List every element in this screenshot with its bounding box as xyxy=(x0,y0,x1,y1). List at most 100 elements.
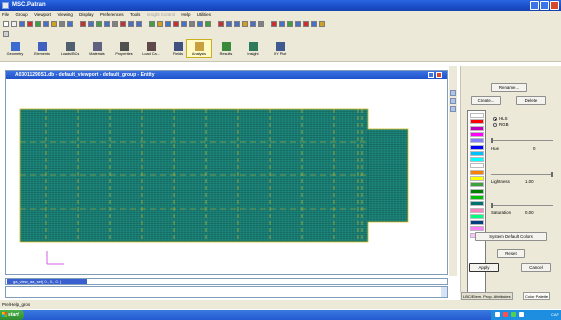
delete-button[interactable]: Delete xyxy=(516,96,546,105)
lightness-slider-thumb[interactable] xyxy=(551,172,553,177)
color-swatch[interactable] xyxy=(470,163,484,169)
toolbar-tool-icon[interactable] xyxy=(303,21,309,27)
rgb-radio[interactable] xyxy=(493,123,497,127)
side-tool-3-icon[interactable] xyxy=(450,106,456,112)
app-analysis-button[interactable]: Analysis xyxy=(186,39,212,58)
fe-mesh-model[interactable] xyxy=(6,79,447,274)
color-swatch[interactable] xyxy=(470,169,484,175)
saturation-slider[interactable] xyxy=(491,205,553,206)
toolbar-tool-icon[interactable] xyxy=(11,21,17,27)
toolbar-tool-icon[interactable] xyxy=(19,21,25,27)
color-swatch[interactable] xyxy=(470,220,484,226)
tray-icon[interactable] xyxy=(511,312,516,317)
toolbar-tool-icon[interactable] xyxy=(319,21,325,27)
tab-lbc-elem-prop-attributes[interactable]: LBC/Elem. Prop. Attributes xyxy=(461,292,513,300)
menu-display[interactable]: Display xyxy=(79,12,93,17)
toolbar-tool-icon[interactable] xyxy=(80,21,86,27)
toolbar-tool-icon[interactable] xyxy=(250,21,256,27)
toolbar-tool-icon[interactable] xyxy=(149,21,155,27)
toolbar-tool-icon[interactable] xyxy=(258,21,264,27)
toolbar-tool-icon[interactable] xyxy=(295,21,301,27)
toolbar-tool-icon[interactable] xyxy=(112,21,118,27)
tab-color-palette[interactable]: Color Palette xyxy=(523,292,551,300)
color-swatch[interactable] xyxy=(470,125,484,131)
color-swatch[interactable] xyxy=(470,138,484,144)
toolbar-tool-icon[interactable] xyxy=(67,21,73,27)
toolbar-tool-icon[interactable] xyxy=(88,21,94,27)
toolbar-tool-icon[interactable] xyxy=(51,21,57,27)
toolbar-tool-icon[interactable] xyxy=(136,21,142,27)
toolbar-tool-icon[interactable] xyxy=(181,21,187,27)
toolbar-tool-icon[interactable] xyxy=(120,21,126,27)
apply-button[interactable]: Apply xyxy=(469,263,499,272)
menu-viewport[interactable]: Viewport xyxy=(34,12,51,17)
color-swatch[interactable] xyxy=(470,201,484,207)
toolbar-tool-icon[interactable] xyxy=(59,21,65,27)
menu-group[interactable]: Group xyxy=(15,12,27,17)
color-swatch[interactable] xyxy=(470,226,484,232)
saturation-slider-thumb[interactable] xyxy=(491,203,493,208)
toolbar-tool-icon[interactable] xyxy=(234,21,240,27)
app-load-cases-button[interactable]: Load Ca... xyxy=(138,40,164,57)
app-geometry-button[interactable]: Geometry xyxy=(2,40,28,57)
hls-radio[interactable] xyxy=(493,117,497,121)
toolbar-tool-icon[interactable] xyxy=(218,21,224,27)
color-swatch[interactable] xyxy=(470,157,484,163)
command-scrollbar[interactable] xyxy=(441,287,447,297)
viewport-maximize-button[interactable] xyxy=(428,72,434,78)
color-swatch[interactable] xyxy=(470,131,484,137)
toolbar-tool-icon[interactable] xyxy=(3,21,9,27)
app-materials-button[interactable]: Materials xyxy=(84,40,110,57)
side-tool-1-icon[interactable] xyxy=(450,90,456,96)
app-results-button[interactable]: Results xyxy=(213,40,239,57)
color-swatch[interactable] xyxy=(470,176,484,181)
minimize-button[interactable] xyxy=(530,1,539,10)
rename-button[interactable]: Rename... xyxy=(491,83,527,92)
command-input[interactable] xyxy=(5,286,448,298)
lightness-slider[interactable] xyxy=(491,174,553,175)
toolbar-tool-icon[interactable] xyxy=(189,21,195,27)
app-insight-button[interactable]: Insight xyxy=(240,40,266,57)
refresh-icon[interactable] xyxy=(3,31,9,37)
toolbar-tool-icon[interactable] xyxy=(128,21,134,27)
toolbar-tool-icon[interactable] xyxy=(43,21,49,27)
system-default-colors-button[interactable]: System Default Colors xyxy=(475,232,547,241)
viewport-close-button[interactable] xyxy=(436,72,442,78)
color-swatch[interactable] xyxy=(470,182,484,188)
maximize-button[interactable] xyxy=(540,1,549,10)
app-properties-button[interactable]: Properties xyxy=(111,40,137,57)
side-tool-2-icon[interactable] xyxy=(450,98,456,104)
color-swatch[interactable] xyxy=(470,188,484,194)
color-swatch[interactable] xyxy=(470,150,484,156)
menu-help[interactable]: Help xyxy=(181,12,190,17)
menu-file[interactable]: File xyxy=(2,12,9,17)
menu-tools[interactable]: Tools xyxy=(130,12,140,17)
cancel-button[interactable]: Cancel xyxy=(521,263,551,272)
toolbar-tool-icon[interactable] xyxy=(242,21,248,27)
app-xy-plot-button[interactable]: XY Plot xyxy=(267,40,293,57)
toolbar-tool-icon[interactable] xyxy=(165,21,171,27)
toolbar-tool-icon[interactable] xyxy=(104,21,110,27)
toolbar-tool-icon[interactable] xyxy=(35,21,41,27)
toolbar-tool-icon[interactable] xyxy=(271,21,277,27)
graphics-viewport[interactable]: A03011290S1.db - default_viewport - defa… xyxy=(5,70,448,275)
reset-button[interactable]: Reset xyxy=(497,249,525,258)
color-swatch[interactable] xyxy=(470,144,484,150)
color-swatch[interactable] xyxy=(470,207,484,213)
toolbar-tool-icon[interactable] xyxy=(205,21,211,27)
menu-utilities[interactable]: Utilities xyxy=(197,12,211,17)
start-button[interactable]: start xyxy=(0,310,24,320)
tray-icon[interactable] xyxy=(495,312,500,317)
hue-slider[interactable] xyxy=(491,140,553,141)
toolbar-tool-icon[interactable] xyxy=(157,21,163,27)
create-button[interactable]: Create... xyxy=(471,96,501,105)
history-line[interactable]: ga_view_aa_set( 0., 0., 0. ) xyxy=(7,279,87,284)
color-swatch[interactable] xyxy=(470,113,484,118)
toolbar-tool-icon[interactable] xyxy=(279,21,285,27)
toolbar-tool-icon[interactable] xyxy=(96,21,102,27)
menu-viewing[interactable]: Viewing xyxy=(57,12,72,17)
toolbar-tool-icon[interactable] xyxy=(173,21,179,27)
menu-preferences[interactable]: Preferences xyxy=(100,12,124,17)
command-history[interactable]: ga_view_aa_set( 0., 0., 0. ) xyxy=(5,278,448,285)
close-button[interactable] xyxy=(550,1,559,10)
